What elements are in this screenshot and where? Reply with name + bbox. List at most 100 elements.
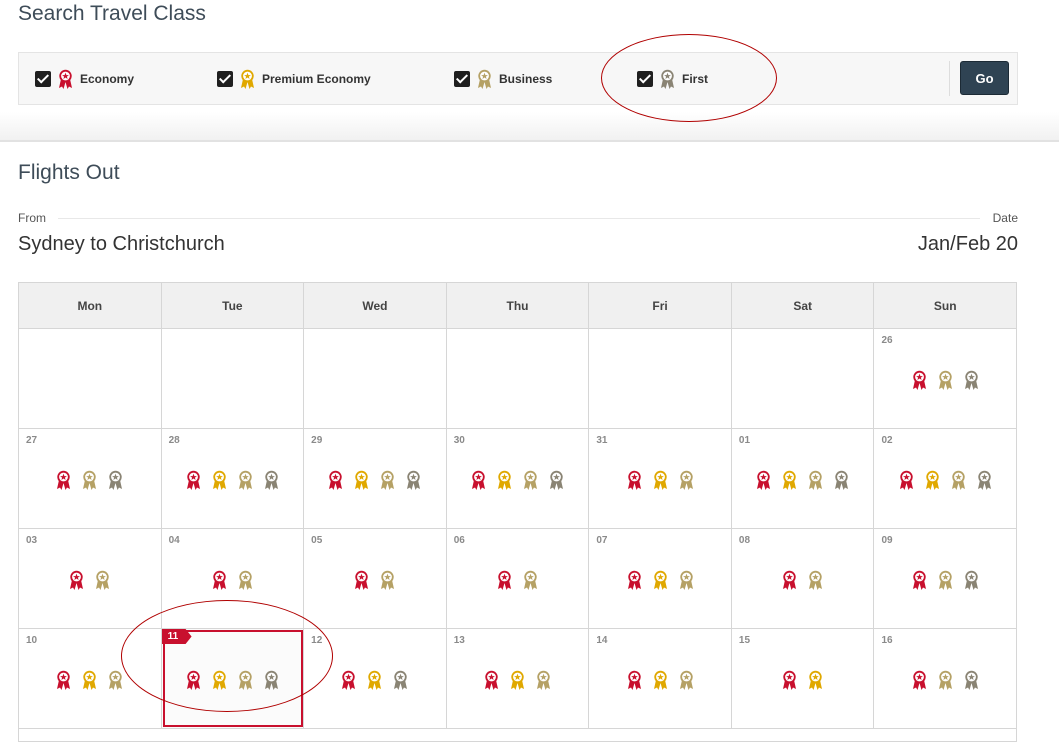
business-label: Business [499, 72, 553, 86]
calendar-day-cell[interactable]: 04 [161, 529, 305, 628]
calendar-day-cell[interactable]: 02 [874, 429, 1017, 528]
checkbox-checked-icon[interactable] [217, 71, 233, 87]
premium-economy-medal-icon [211, 470, 228, 491]
checkbox-checked-icon[interactable] [454, 71, 470, 87]
calendar-day-cell[interactable]: 07 [589, 529, 732, 628]
business-medal-icon [522, 570, 539, 591]
calendar-day-cell[interactable]: 30 [446, 429, 590, 528]
availability-icons [162, 470, 304, 491]
business-checkbox[interactable]: Business [454, 69, 552, 89]
economy-label: Economy [80, 72, 135, 86]
business-medal-icon [678, 470, 695, 491]
weekday-mon: Mon [19, 283, 162, 328]
day-number: 28 [168, 435, 180, 446]
economy-medal-icon [55, 470, 72, 491]
economy-medal-icon [353, 570, 370, 591]
calendar-day-cell[interactable]: 31 [589, 429, 732, 528]
calendar-day-cell[interactable]: 03 [19, 529, 162, 628]
first-medal-icon [963, 570, 980, 591]
economy-medal-icon [68, 570, 85, 591]
day-number: 16 [881, 635, 893, 646]
economy-medal-icon [898, 470, 915, 491]
calendar-day-cell[interactable]: 26 [874, 329, 1017, 428]
checkbox-checked-icon[interactable] [35, 71, 51, 87]
business-medal-icon [950, 470, 967, 491]
availability-icons [732, 570, 874, 591]
day-number: 10 [26, 635, 38, 646]
calendar-empty-cell [304, 329, 447, 428]
availability-icons [304, 470, 446, 491]
economy-medal-icon [185, 470, 202, 491]
first-medal-icon [963, 370, 980, 391]
availability-icons [589, 470, 731, 491]
availability-icons [874, 570, 1016, 591]
day-number: 05 [311, 535, 323, 546]
availability-icons [589, 570, 731, 591]
economy-medal-icon [327, 470, 344, 491]
divider [949, 61, 950, 96]
calendar-day-cell[interactable]: 09 [874, 529, 1017, 628]
business-medal-icon [81, 470, 98, 491]
from-label: From [18, 211, 46, 225]
weekday-sat: Sat [732, 283, 875, 328]
date-label: Date [992, 211, 1018, 225]
calendar-day-cell[interactable]: 08 [731, 529, 875, 628]
premium-economy-checkbox[interactable]: Premium Economy [217, 69, 371, 89]
economy-medal-icon [185, 670, 202, 691]
availability-icons [19, 470, 161, 491]
calendar-day-cell[interactable]: 05 [304, 529, 447, 628]
calendar-day-cell[interactable]: 06 [446, 529, 590, 628]
day-number: 04 [168, 535, 180, 546]
first-checkbox[interactable]: First [637, 69, 708, 89]
calendar-day-cell[interactable]: 28 [161, 429, 305, 528]
day-number: 15 [738, 635, 751, 646]
economy-medal-icon [911, 570, 928, 591]
calendar-day-cell[interactable]: 16 [874, 629, 1017, 728]
calendar-day-cell[interactable]: 01 [731, 429, 875, 528]
day-number: 09 [881, 535, 893, 546]
business-medal-icon [237, 670, 254, 691]
business-medal-icon [94, 570, 111, 591]
calendar-weekday-header: Mon Tue Wed Thu Fri Sat Sun [19, 283, 1016, 329]
economy-medal-icon [340, 670, 357, 691]
weekday-sun: Sun [933, 298, 957, 313]
route-text: Sydney to Christchurch [18, 233, 225, 255]
calendar-day-cell[interactable]: 11 [161, 629, 305, 728]
weekday-thu: Thu [447, 283, 590, 328]
economy-checkbox[interactable]: Economy [35, 69, 134, 89]
calendar-day-cell[interactable]: 10 [19, 629, 162, 728]
calendar-empty-cell [589, 329, 732, 428]
availability-icons [874, 370, 1016, 391]
day-number: 12 [311, 635, 323, 646]
availability-icons [447, 570, 589, 591]
first-medal-icon [963, 670, 980, 691]
first-medal-icon [659, 69, 676, 90]
day-number: 14 [596, 635, 608, 646]
economy-medal-icon [781, 670, 798, 691]
divider [58, 218, 980, 219]
day-number: 13 [453, 635, 465, 646]
travel-class-filter-bar: Economy Premium Economy Business First G… [18, 52, 1018, 105]
calendar-day-cell[interactable]: 12 [304, 629, 447, 728]
availability-icons [162, 570, 304, 591]
calendar-empty-cell [446, 329, 590, 428]
premium-economy-medal-icon [353, 470, 370, 491]
calendar-day-cell[interactable]: 14 [589, 629, 732, 728]
business-medal-icon [807, 570, 824, 591]
calendar-week-row: 10 11 12 13 14 15 16 [19, 629, 1017, 729]
day-number: 31 [596, 435, 608, 446]
business-medal-icon [522, 470, 539, 491]
economy-medal-icon [781, 570, 798, 591]
availability-icons [589, 670, 731, 691]
calendar-day-cell[interactable]: 13 [446, 629, 590, 728]
go-button[interactable]: Go [960, 61, 1009, 95]
premium-economy-medal-icon [239, 69, 256, 90]
business-medal-icon [237, 470, 254, 491]
premium-economy-medal-icon [366, 670, 383, 691]
checkbox-checked-icon[interactable] [637, 71, 653, 87]
economy-medal-icon [626, 670, 643, 691]
first-medal-icon [548, 470, 565, 491]
calendar-day-cell[interactable]: 15 [731, 629, 875, 728]
calendar-day-cell[interactable]: 29 [304, 429, 447, 528]
calendar-day-cell[interactable]: 27 [19, 429, 162, 528]
